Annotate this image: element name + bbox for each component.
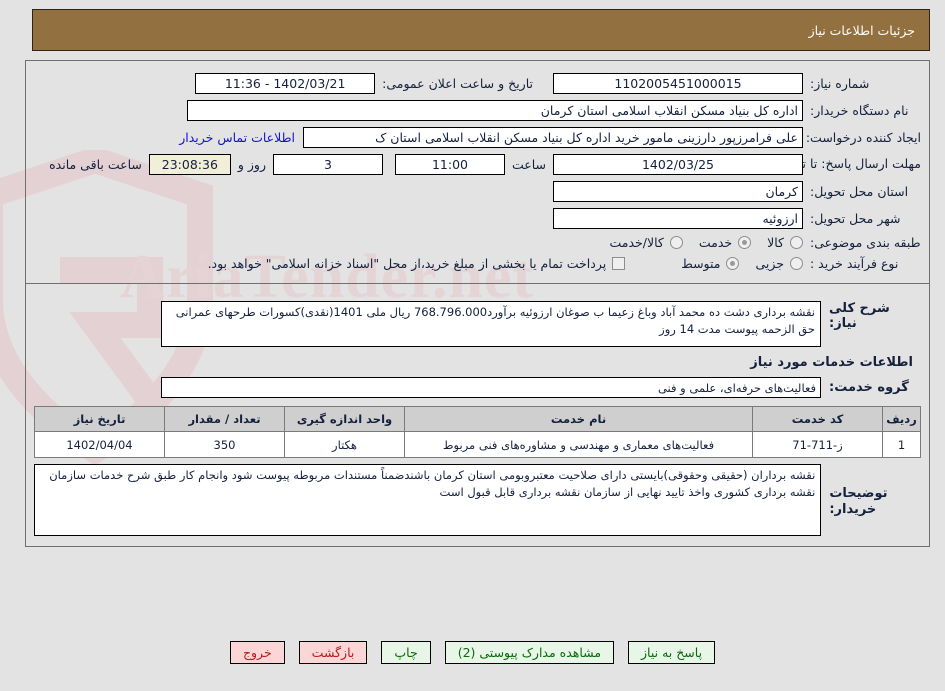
city-input[interactable] bbox=[553, 208, 803, 229]
creator-label: ایجاد کننده درخواست: bbox=[805, 130, 921, 145]
row-buyer-org: نام دستگاه خریدار: bbox=[34, 100, 921, 121]
footer-button-bar: پاسخ به نیاز مشاهده مدارک پیوستی (2) چاپ… bbox=[0, 641, 945, 664]
countdown-timer: 23:08:36 bbox=[148, 154, 231, 175]
cell-row: 1 bbox=[882, 431, 921, 458]
category-option-label: کالا bbox=[767, 235, 784, 250]
cell-need-date: 1402/04/04 bbox=[34, 431, 165, 458]
back-button[interactable]: بازگشت bbox=[298, 641, 368, 664]
buyer-notes-label: توضیحات خریدار: bbox=[829, 486, 888, 517]
col-unit: واحد اندازه گیری bbox=[284, 406, 405, 432]
remaining-days-input[interactable] bbox=[272, 154, 383, 175]
table-header-row: ردیف کد خدمت نام خدمت واحد اندازه گیری ت… bbox=[34, 406, 921, 432]
page-title: جزئیات اطلاعات نیاز bbox=[808, 22, 915, 38]
treasury-bond-checkbox[interactable]: پرداخت تمام یا بخشی از مبلغ خرید،از محل … bbox=[208, 256, 626, 271]
process-option-motevaset[interactable]: متوسط bbox=[681, 256, 740, 271]
announce-datetime-input[interactable] bbox=[195, 73, 376, 94]
category-option-kala[interactable]: کالا bbox=[767, 235, 803, 250]
process-label: نوع فرآیند خرید : bbox=[810, 256, 899, 271]
process-option-label: جزیی bbox=[755, 256, 784, 271]
window-title-bar: جزئیات اطلاعات نیاز bbox=[32, 9, 930, 51]
radio-icon[interactable] bbox=[738, 236, 752, 249]
cell-unit: هکتار bbox=[284, 431, 405, 458]
row-need-number: شماره نیاز: تاریخ و ساعت اعلان عمومی: bbox=[34, 73, 921, 94]
deadline-time-input[interactable] bbox=[394, 154, 505, 175]
process-option-label: متوسط bbox=[681, 256, 721, 271]
row-category: طبقه بندی موضوعی: کالا خدمت کالا/خدمت bbox=[34, 235, 921, 250]
cell-service-code: ز-711-71 bbox=[752, 431, 883, 458]
buyer-contact-link[interactable]: اطلاعات تماس خریدار bbox=[175, 127, 303, 145]
row-process: نوع فرآیند خرید : جزیی متوسط پرداخت تمام… bbox=[34, 256, 921, 271]
city-label: شهر محل تحویل: bbox=[810, 211, 901, 226]
province-input[interactable] bbox=[553, 181, 803, 202]
col-row: ردیف bbox=[882, 406, 921, 432]
services-section-title: اطلاعات خدمات مورد نیاز bbox=[750, 355, 913, 370]
deadline-date-input[interactable] bbox=[553, 154, 803, 175]
remaining-hours-label: ساعت باقی مانده bbox=[49, 157, 142, 172]
main-panel: شماره نیاز: تاریخ و ساعت اعلان عمومی: نا… bbox=[25, 60, 930, 547]
buyer-org-input[interactable] bbox=[187, 100, 803, 121]
category-option-khedmat[interactable]: خدمت bbox=[698, 235, 752, 250]
description-label: شرح کلی نیاز: bbox=[829, 301, 890, 331]
radio-icon[interactable] bbox=[790, 236, 803, 249]
col-need-date: تاریخ نیاز bbox=[34, 406, 165, 432]
cell-service-name: فعالیت‌های معماری و مهندسی و مشاوره‌های … bbox=[404, 431, 753, 458]
exit-button[interactable]: خروج bbox=[229, 641, 285, 664]
row-deadline: مهلت ارسال پاسخ: تا تاریخ: ساعت روز و 23… bbox=[34, 154, 921, 175]
col-service-code: کد خدمت bbox=[752, 406, 883, 432]
category-label: طبقه بندی موضوعی: bbox=[810, 235, 921, 250]
announce-label: تاریخ و ساعت اعلان عمومی: bbox=[382, 76, 533, 91]
checkbox-icon[interactable] bbox=[612, 257, 626, 270]
col-service-name: نام خدمت bbox=[404, 406, 753, 432]
cell-quantity: 350 bbox=[164, 431, 285, 458]
category-radio-group: کالا خدمت کالا/خدمت bbox=[593, 235, 803, 250]
row-service-group: گروه خدمت: bbox=[34, 377, 921, 398]
process-option-jozi[interactable]: جزیی bbox=[755, 256, 803, 271]
row-city: شهر محل تحویل: bbox=[34, 208, 921, 229]
description-textarea[interactable] bbox=[161, 301, 821, 347]
row-creator: ایجاد کننده درخواست: اطلاعات تماس خریدار bbox=[34, 127, 921, 148]
need-number-input[interactable] bbox=[553, 73, 803, 94]
row-description: شرح کلی نیاز: bbox=[34, 301, 921, 347]
creator-input[interactable] bbox=[303, 127, 803, 148]
category-option-label: خدمت bbox=[698, 235, 733, 250]
category-option-label: کالا/خدمت bbox=[609, 235, 664, 250]
view-attachments-button[interactable]: مشاهده مدارک پیوستی (2) bbox=[444, 641, 615, 664]
col-quantity: تعداد / مقدار bbox=[164, 406, 285, 432]
need-number-label: شماره نیاز: bbox=[810, 76, 870, 91]
category-option-kala-khedmat[interactable]: کالا/خدمت bbox=[609, 235, 683, 250]
province-label: استان محل تحویل: bbox=[810, 184, 909, 199]
row-province: استان محل تحویل: bbox=[34, 181, 921, 202]
services-table: ردیف کد خدمت نام خدمت واحد اندازه گیری ت… bbox=[34, 406, 921, 458]
print-button[interactable]: چاپ bbox=[381, 641, 431, 664]
service-group-input[interactable] bbox=[161, 377, 821, 398]
need-details-box: شماره نیاز: تاریخ و ساعت اعلان عمومی: نا… bbox=[25, 60, 930, 284]
table-row: 1 ز-711-71 فعالیت‌های معماری و مهندسی و … bbox=[34, 431, 921, 458]
description-box: شرح کلی نیاز: اطلاعات خدمات مورد نیاز گر… bbox=[25, 284, 930, 547]
page-root: AriaTender.net جزئیات اطلاعات نیاز شماره… bbox=[0, 0, 945, 691]
respond-to-need-button[interactable]: پاسخ به نیاز bbox=[628, 641, 716, 664]
process-radio-group: جزیی متوسط bbox=[665, 256, 803, 271]
deadline-time-label: ساعت bbox=[511, 157, 546, 172]
buyer-org-label: نام دستگاه خریدار: bbox=[810, 103, 909, 118]
radio-icon[interactable] bbox=[669, 236, 683, 249]
treasury-note-label: پرداخت تمام یا بخشی از مبلغ خرید،از محل … bbox=[207, 256, 607, 271]
radio-icon[interactable] bbox=[726, 257, 740, 270]
deadline-label: مهلت ارسال پاسخ: تا تاریخ: bbox=[777, 154, 921, 172]
service-group-label: گروه خدمت: bbox=[829, 380, 909, 395]
days-label: روز و bbox=[237, 157, 266, 172]
radio-icon[interactable] bbox=[790, 257, 803, 270]
services-table-wrap: ردیف کد خدمت نام خدمت واحد اندازه گیری ت… bbox=[34, 402, 921, 458]
row-buyer-notes: توضیحات خریدار: bbox=[34, 464, 921, 536]
buyer-notes-textarea[interactable] bbox=[34, 464, 822, 536]
